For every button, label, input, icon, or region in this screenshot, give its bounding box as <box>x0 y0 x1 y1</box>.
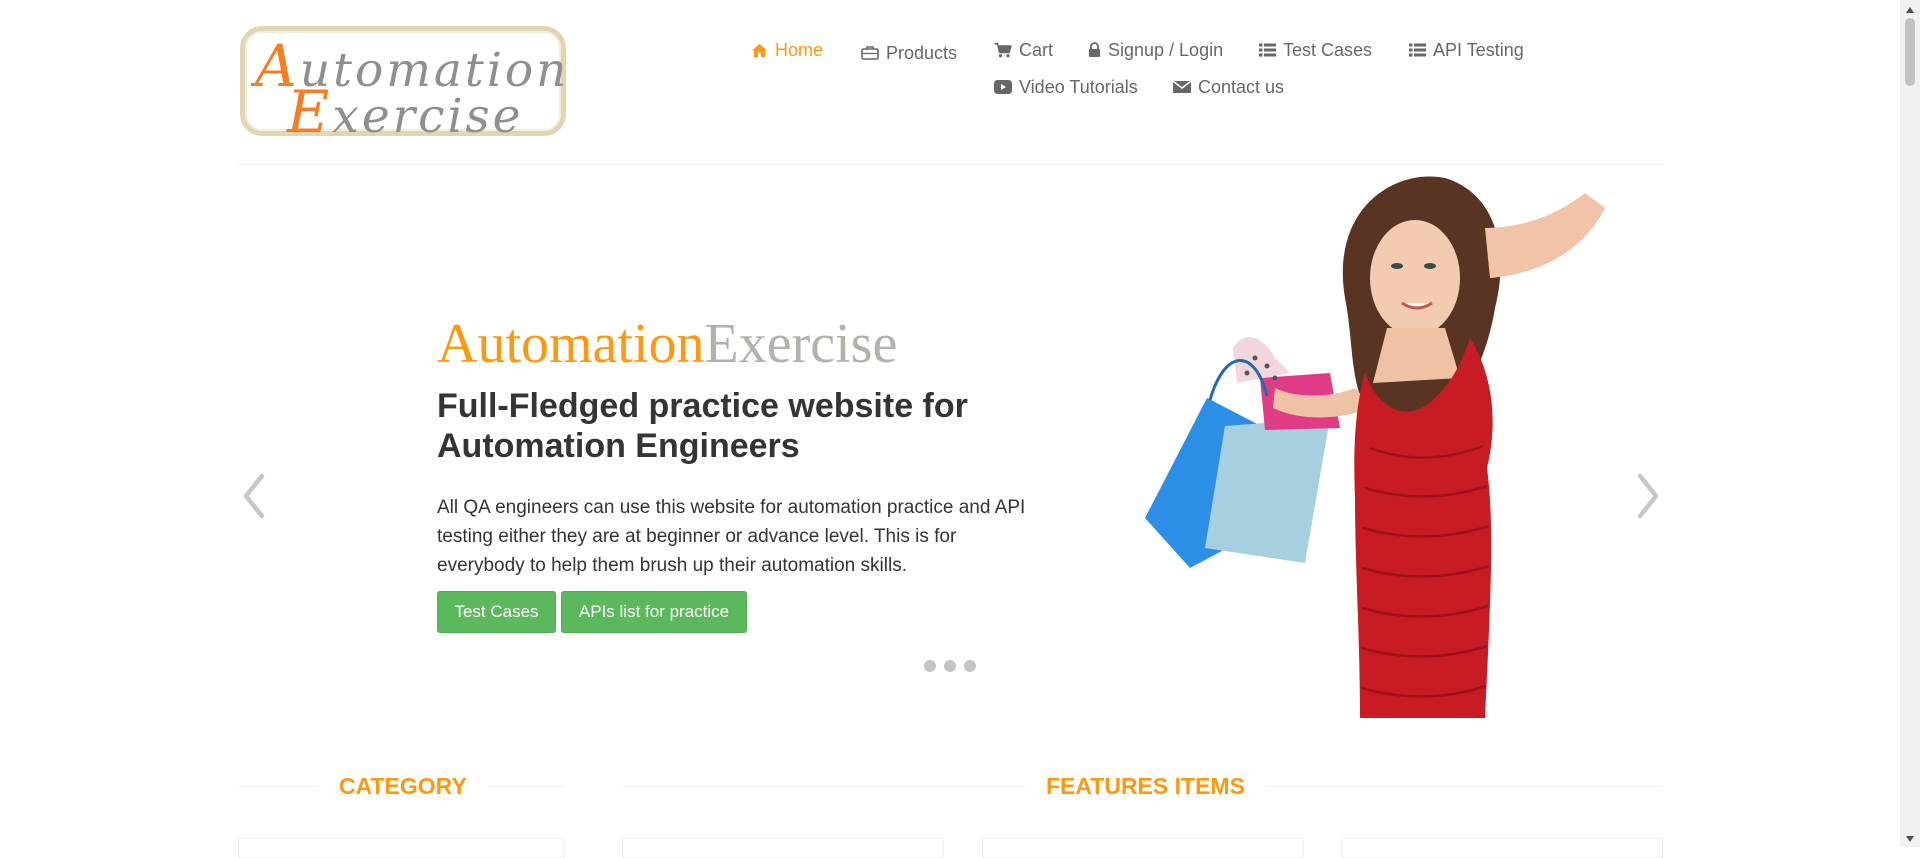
scroll-up-arrow[interactable] <box>1904 3 1916 15</box>
scrollbar-thumb[interactable] <box>1905 18 1915 86</box>
header-divider <box>238 164 1663 165</box>
nav-test-cases[interactable]: Test Cases <box>1259 41 1372 59</box>
slider-model-image <box>1145 176 1605 718</box>
list-icon <box>1409 43 1426 57</box>
slider-headline: Full-Fledged practice website for Automa… <box>437 387 968 465</box>
nav-home[interactable]: Home <box>751 41 823 59</box>
product-card <box>982 838 1304 858</box>
slider-next-button[interactable] <box>1634 472 1664 522</box>
test-cases-button[interactable]: Test Cases <box>437 591 556 633</box>
nav-video-tutorials[interactable]: Video Tutorials <box>994 78 1138 96</box>
nav-video-tutorials-label: Video Tutorials <box>1019 77 1138 97</box>
category-title: CATEGORY <box>319 775 487 798</box>
apis-list-button[interactable]: APIs list for practice <box>561 591 747 633</box>
nav-api-testing-label: API Testing <box>1433 40 1524 60</box>
youtube-play-icon <box>994 80 1012 94</box>
slider-prev-button[interactable] <box>238 472 268 522</box>
nav-cart[interactable]: Cart <box>994 41 1053 59</box>
cart-icon <box>994 42 1012 58</box>
product-card <box>1341 838 1663 858</box>
list-icon <box>1259 43 1276 57</box>
slider-brand-title: AutomationExercise <box>437 313 898 375</box>
slider-description: All QA engineers can use this website fo… <box>437 497 1026 576</box>
product-card <box>622 838 944 858</box>
slider-indicator-3[interactable] <box>964 660 976 672</box>
nav-signup-login-label: Signup / Login <box>1108 40 1224 60</box>
nav-home-label: Home <box>775 40 824 60</box>
triangle-down-icon <box>1906 836 1914 842</box>
category-panel <box>238 838 565 858</box>
chevron-left-icon <box>243 473 265 519</box>
nav-signup-login[interactable]: Signup / Login <box>1088 41 1223 59</box>
scroll-down-arrow[interactable] <box>1904 832 1916 844</box>
nav-cart-label: Cart <box>1019 40 1054 60</box>
slider-indicator-2[interactable] <box>944 660 956 672</box>
nav-products-label: Products <box>886 43 958 63</box>
nav-test-cases-label: Test Cases <box>1283 40 1373 60</box>
lock-icon <box>1088 42 1101 58</box>
nav-contact-us[interactable]: Contact us <box>1173 78 1284 96</box>
logo-line-2: Exercise <box>287 78 524 146</box>
nav-products[interactable]: Products <box>861 42 957 62</box>
triangle-up-icon <box>1906 7 1914 13</box>
nav-contact-us-label: Contact us <box>1198 77 1285 97</box>
chevron-right-icon <box>1637 473 1659 519</box>
page-scrollbar[interactable] <box>1900 0 1920 847</box>
envelope-icon <box>1173 80 1191 94</box>
home-icon <box>751 43 768 58</box>
briefcase-icon <box>861 45 879 60</box>
features-items-title: FEATURES ITEMS <box>1026 775 1265 798</box>
site-logo[interactable]: Automation Exercise <box>240 26 566 141</box>
nav-api-testing[interactable]: API Testing <box>1409 41 1524 59</box>
slider-indicator-1[interactable] <box>924 660 936 672</box>
